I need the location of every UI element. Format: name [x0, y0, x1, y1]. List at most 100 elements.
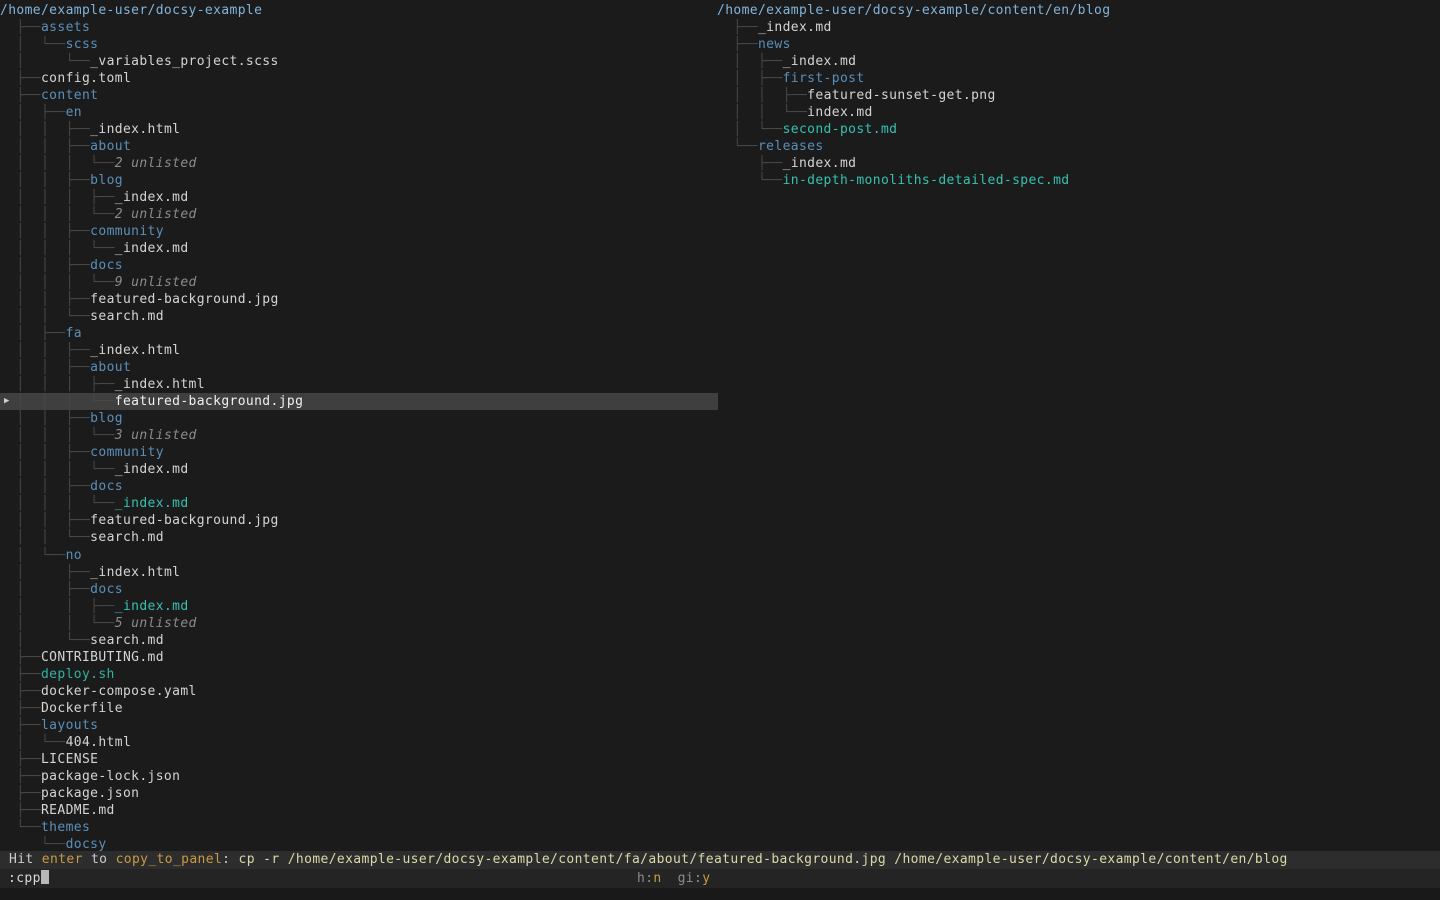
tree-branch-lines: ├── [0, 769, 41, 784]
tree-row[interactable]: ├──docker-compose.yaml [0, 683, 718, 700]
tree-row-dir[interactable]: ├──layouts [0, 717, 718, 734]
tree-row[interactable]: │ │ ├──_index.html [0, 121, 718, 138]
tree-row-dir[interactable]: │ │ ├──blog [0, 410, 718, 427]
tree-row-dir[interactable]: ├──news [717, 36, 1439, 53]
tree-row[interactable]: ├──config.toml [0, 70, 718, 87]
tree-row[interactable]: │ └──404.html [0, 734, 718, 751]
tree-branch-lines: ├── [0, 718, 41, 733]
unlisted-count: 2 unlisted [115, 207, 197, 222]
tree-row[interactable]: │ └──search.md [0, 632, 718, 649]
tree-row-dir[interactable]: │ │ ├──community [0, 444, 718, 461]
gitignore-flag[interactable]: gi:y [678, 871, 711, 886]
dir-name: releases [758, 139, 824, 154]
dir-name: news [758, 37, 791, 52]
file-name: deploy.sh [41, 667, 115, 682]
tree-row-dir[interactable]: │ ├──first-post [717, 70, 1439, 87]
tree-row[interactable]: │ │ │ └──2 unlisted [0, 206, 718, 223]
tree-row-dir[interactable]: └──themes [0, 819, 718, 836]
tree-row-dir[interactable]: │ │ ├──docs [0, 478, 718, 495]
tree-branch-lines: │ ├── [717, 54, 783, 69]
tree-row[interactable]: │ │ │ ├──_index.html [0, 376, 718, 393]
tree-row[interactable]: │ └──second-post.md [717, 121, 1439, 138]
tree-row-dir[interactable]: ├──assets [0, 19, 718, 36]
tree-row[interactable]: │ │ ├──featured-sunset-get.png [717, 87, 1439, 104]
file-name: _index.html [90, 343, 180, 358]
file-name: second-post.md [783, 122, 898, 137]
dir-name: docsy [66, 837, 107, 851]
tree-row-dir[interactable]: │ ├──en [0, 104, 718, 121]
tree-row[interactable]: │ │ │ └──_index.md [0, 495, 718, 512]
tree-row-dir[interactable]: └──docsy [0, 836, 718, 851]
tree-row[interactable]: │ │ │ └──9 unlisted [0, 274, 718, 291]
hidden-flag[interactable]: h:n [637, 871, 662, 886]
tree-branch-lines: │ │ ├── [717, 88, 807, 103]
tree-row-dir[interactable]: │ └──scss [0, 36, 718, 53]
tree-branch-lines: ├── [0, 650, 41, 665]
tree-branch-lines: │ │ ├── [0, 258, 90, 273]
tree-branch-lines: │ │ ├── [0, 445, 90, 460]
file-name: featured-sunset-get.png [807, 88, 996, 103]
tree-row[interactable]: ├──README.md [0, 802, 718, 819]
dir-name: themes [41, 820, 90, 835]
tree-row[interactable]: ├──deploy.sh [0, 666, 718, 683]
file-name: _index.md [783, 54, 857, 69]
tree-branch-lines: │ │ ├── [0, 173, 90, 188]
tree-row-dir[interactable]: │ ├──fa [0, 325, 718, 342]
file-name: in-depth-monoliths-detailed-spec.md [783, 173, 1070, 188]
tree-row[interactable]: │ │ └──5 unlisted [0, 615, 718, 632]
tree-branch-lines: │ │ │ └── [0, 428, 115, 443]
tree-root-row[interactable]: /home/example-user/docsy-example [0, 2, 718, 19]
tree-row[interactable]: │ ├──_index.md [717, 53, 1439, 70]
tree-row[interactable]: │ ├──_index.html [0, 564, 718, 581]
file-name: _index.md [115, 241, 189, 256]
root-path: /home/example-user/docsy-example [0, 3, 262, 18]
tree-row[interactable]: ├──_index.md [717, 155, 1439, 172]
tree-row[interactable]: ├──_index.md [717, 19, 1439, 36]
tree-row[interactable]: ├──Dockerfile [0, 700, 718, 717]
tree-branch-lines: └── [717, 139, 758, 154]
tree-row-dir[interactable]: │ │ ├──about [0, 138, 718, 155]
tree-row[interactable]: │ │ │ └──2 unlisted [0, 155, 718, 172]
tree-row[interactable]: │ │ ├──featured-background.jpg [0, 291, 718, 308]
tree-row[interactable]: │ │ │ └──_index.md [0, 240, 718, 257]
tree-row[interactable]: │ │ └──search.md [0, 308, 718, 325]
file-name: _index.md [115, 599, 189, 614]
command-input[interactable]: :cpp [0, 869, 1440, 888]
tree-row[interactable]: └──in-depth-monoliths-detailed-spec.md [717, 172, 1439, 189]
tree-branch-lines: │ │ └── [0, 616, 115, 631]
tree-row[interactable]: │ │ └──index.md [717, 104, 1439, 121]
file-name: _variables_project.scss [90, 54, 279, 69]
tree-row[interactable]: │ │ └──search.md [0, 529, 718, 546]
tree-branch-lines: │ │ │ └── [0, 207, 115, 222]
tree-branch-lines: │ │ ├── [0, 411, 90, 426]
tree-branch-lines: │ │ │ ├── [0, 190, 115, 205]
tree-row[interactable]: ├──LICENSE [0, 751, 718, 768]
tree-row-dir[interactable]: │ │ ├──about [0, 359, 718, 376]
tree-branch-lines: │ │ └── [0, 309, 90, 324]
tree-row-dir[interactable]: │ │ ├──blog [0, 172, 718, 189]
tree-row-dir[interactable]: ├──content [0, 87, 718, 104]
tree-row[interactable]: │ │ ├──_index.md [0, 598, 718, 615]
tree-root-row[interactable]: /home/example-user/docsy-example/content… [717, 2, 1439, 19]
tree-branch-lines: │ └── [0, 548, 66, 563]
tree-branch-lines: │ ├── [0, 105, 66, 120]
tree-row-dir[interactable]: │ └──no [0, 547, 718, 564]
tree-branch-lines: ├── [717, 156, 783, 171]
tree-row-dir[interactable]: └──releases [717, 138, 1439, 155]
tree-branch-lines: ├── [0, 20, 41, 35]
tree-row-dir[interactable]: │ │ ├──community [0, 223, 718, 240]
tree-branch-lines: │ │ ├── [0, 224, 90, 239]
tree-row[interactable]: │ │ │ └──_index.md [0, 461, 718, 478]
tree-row[interactable]: │ │ │ ├──_index.md [0, 189, 718, 206]
tree-row-dir[interactable]: │ ├──docs [0, 581, 718, 598]
tree-row[interactable]: │ │ │ └──3 unlisted [0, 427, 718, 444]
tree-row[interactable]: │ │ ├──_index.html [0, 342, 718, 359]
tree-row-dir[interactable]: │ │ ├──docs [0, 257, 718, 274]
tree-row[interactable]: ▶ │ │ │ └──featured-background.jpg [0, 393, 718, 410]
tree-row[interactable]: │ └──_variables_project.scss [0, 53, 718, 70]
tree-row[interactable]: ├──package.json [0, 785, 718, 802]
tree-row[interactable]: ├──CONTRIBUTING.md [0, 649, 718, 666]
tree-row[interactable]: ├──package-lock.json [0, 768, 718, 785]
file-name: 404.html [66, 735, 132, 750]
tree-row[interactable]: │ │ ├──featured-background.jpg [0, 512, 718, 529]
